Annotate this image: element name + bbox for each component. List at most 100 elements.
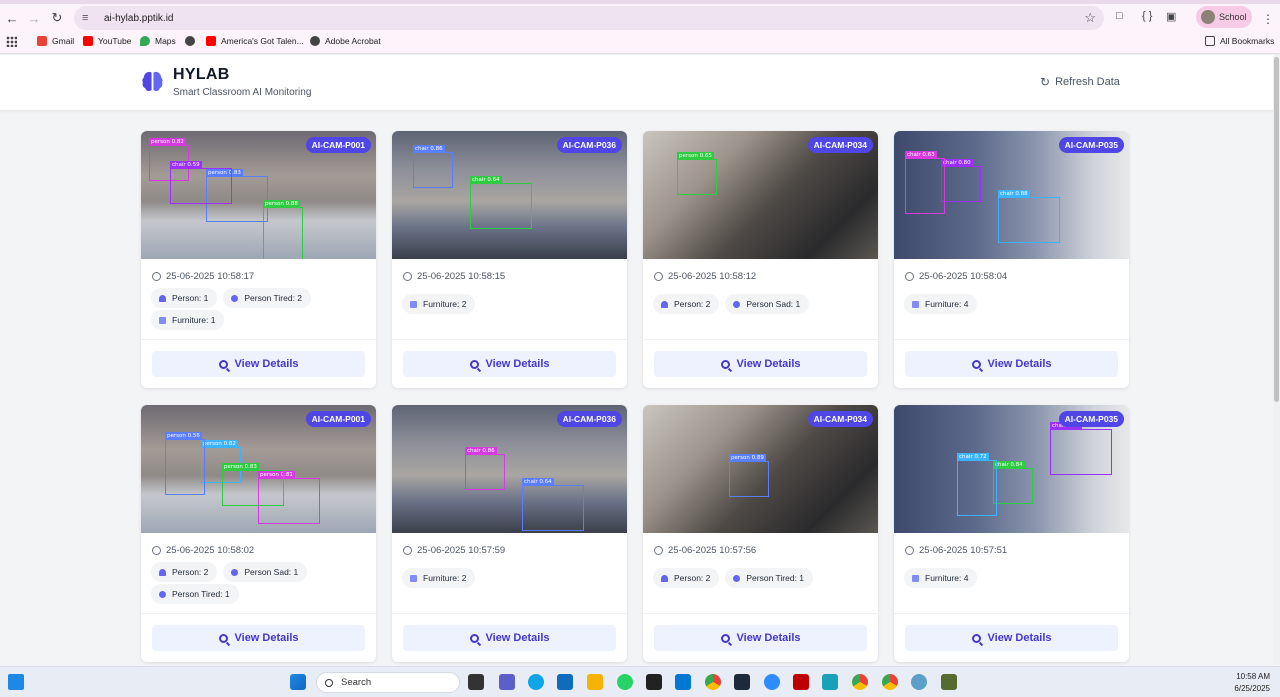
view-details-button[interactable]: View Details <box>905 351 1118 377</box>
site-settings-icon[interactable]: ≡ <box>82 12 100 24</box>
teams-icon[interactable] <box>499 674 515 690</box>
task-view-icon[interactable] <box>468 674 484 690</box>
image-viewer-icon[interactable] <box>941 674 957 690</box>
profile-button[interactable]: School <box>1196 6 1252 28</box>
bookmark-gmail[interactable]: Gmail <box>37 36 74 46</box>
camera-snapshot[interactable]: chair 0.86 chair 0.64 AI-CAM-P036 <box>392 131 627 259</box>
view-details-label: View Details <box>736 632 801 644</box>
detection-box: chair 0.88 <box>998 190 1060 243</box>
timestamp-text: 25-06-2025 10:58:04 <box>919 271 1008 282</box>
snapshot-timestamp: 25-06-2025 10:58:04 <box>905 271 1007 282</box>
clock-date: 6/25/2025 <box>1234 684 1270 693</box>
bookmark-label: Maps <box>155 36 176 46</box>
back-icon[interactable]: ← <box>0 6 24 30</box>
globe-icon <box>310 36 320 46</box>
detection-label: person 0.65 <box>677 152 714 160</box>
chair-icon <box>912 574 919 582</box>
bookmark-globe[interactable] <box>185 36 200 46</box>
terminal-icon[interactable] <box>646 674 662 690</box>
widgets-icon[interactable] <box>8 674 24 690</box>
system-clock[interactable]: 10:58 AM 6/25/2025 <box>1226 671 1270 695</box>
extension-icon[interactable]: □ <box>1116 10 1123 22</box>
file-explorer-icon[interactable] <box>587 674 603 690</box>
chrome-icon[interactable] <box>705 674 721 690</box>
page-scrollbar[interactable] <box>1273 55 1280 665</box>
cloud-icon[interactable] <box>911 674 927 690</box>
person-icon <box>661 300 668 308</box>
detection-tag: Furniture: 4 <box>904 294 978 314</box>
bookmark-acrobat[interactable]: Adobe Acrobat <box>310 36 381 46</box>
camera-snapshot[interactable]: person 0.65 AI-CAM-P034 <box>643 131 878 259</box>
detection-tags: Furniture: 2 <box>402 294 617 316</box>
folder-icon <box>1205 36 1215 46</box>
view-details-button[interactable]: View Details <box>152 351 365 377</box>
detection-label: chair 0.63 <box>905 151 937 159</box>
whatsapp-icon[interactable] <box>617 674 633 690</box>
camera-card: person 0.82 person 0.83 person 0.88 chair 0… <box>141 131 376 388</box>
detection-box: chair 0.84 <box>993 461 1033 504</box>
bookmark-agt[interactable]: America's Got Talen... <box>206 36 304 46</box>
edge-icon[interactable] <box>528 674 544 690</box>
detection-box: person 0.83 <box>222 463 284 506</box>
reload-icon[interactable]: ↻ <box>45 6 69 30</box>
view-details-button[interactable]: View Details <box>403 351 616 377</box>
view-details-button[interactable]: View Details <box>905 625 1118 651</box>
detection-label: person 0.83 <box>222 463 259 471</box>
bookmark-star-icon[interactable]: ☆ <box>1084 10 1096 26</box>
zoom-icon[interactable] <box>764 674 780 690</box>
detection-label: chair 0.86 <box>465 447 497 455</box>
scrollbar-thumb[interactable] <box>1274 57 1279 402</box>
camera-snapshot[interactable]: person 0.82 person 0.81 person 0.56 person … <box>141 405 376 533</box>
bookmark-maps[interactable]: Maps <box>140 36 176 46</box>
camera-snapshot[interactable]: person 0.82 person 0.83 person 0.88 chair 0… <box>141 131 376 259</box>
vscode-icon[interactable] <box>675 674 691 690</box>
taskbar-search[interactable]: Search <box>316 672 460 693</box>
camera-snapshot[interactable]: chair 0.86 chair 0.64 AI-CAM-P036 <box>392 405 627 533</box>
refresh-data-button[interactable]: ↻ Refresh Data <box>1040 75 1120 89</box>
snapshot-timestamp: 25-06-2025 10:58:12 <box>654 271 756 282</box>
apps-grid-icon[interactable] <box>6 36 17 47</box>
windows-start-icon[interactable] <box>290 674 306 690</box>
puzzle-extension-icon[interactable]: ▣ <box>1166 10 1176 23</box>
browser-toolbar: ← → ↻ ≡ ai-hylab.pptik.id ☆ □ { } ▣ Scho… <box>0 4 1280 32</box>
code-extension-icon[interactable]: { } <box>1142 10 1152 22</box>
view-details-label: View Details <box>234 632 299 644</box>
address-bar[interactable]: ≡ ai-hylab.pptik.id ☆ <box>74 6 1104 30</box>
bookmark-label: America's Got Talen... <box>221 36 304 46</box>
camera-id-badge: AI-CAM-P035 <box>1058 137 1124 153</box>
camera-id-badge: AI-CAM-P036 <box>556 137 622 153</box>
bookmark-youtube[interactable]: YouTube <box>83 36 131 46</box>
menu-icon[interactable]: ⋮ <box>1262 12 1274 26</box>
camera-snapshot[interactable]: chair 0.84 chair 0.87 chair 0.72 AI-CAM-P03… <box>894 405 1129 533</box>
app-icon[interactable] <box>734 674 750 690</box>
view-details-button[interactable]: View Details <box>654 351 867 377</box>
all-bookmarks[interactable]: All Bookmarks <box>1205 36 1274 46</box>
app-header: HYLAB Smart Classroom AI Monitoring ↻ Re… <box>0 55 1280 110</box>
youtube-icon <box>83 36 93 46</box>
view-details-label: View Details <box>485 358 550 370</box>
chrome-icon[interactable] <box>882 674 898 690</box>
outlook-icon[interactable] <box>557 674 573 690</box>
tag-label: Person: 2 <box>172 567 209 577</box>
view-details-label: View Details <box>234 358 299 370</box>
card-divider <box>141 339 376 340</box>
tag-label: Person: 1 <box>172 293 209 303</box>
camera-id-badge: AI-CAM-P034 <box>807 411 873 427</box>
detection-label: chair 0.80 <box>941 159 973 167</box>
refresh-icon: ↻ <box>1040 75 1051 89</box>
timestamp-text: 25-06-2025 10:57:56 <box>668 545 757 556</box>
detection-label: person 0.82 <box>149 138 186 146</box>
brain-icon <box>142 71 163 91</box>
forward-icon[interactable]: → <box>22 6 46 30</box>
card-divider <box>643 613 878 614</box>
view-details-button[interactable]: View Details <box>403 625 616 651</box>
camera-snapshot[interactable]: chair 0.80 chair 0.88 chair 0.63 AI-CAM-P03… <box>894 131 1129 259</box>
view-details-button[interactable]: View Details <box>152 625 365 651</box>
person-icon <box>661 574 668 582</box>
filezilla-icon[interactable] <box>793 674 809 690</box>
notes-icon[interactable] <box>822 674 838 690</box>
camera-snapshot[interactable]: person 0.89 AI-CAM-P034 <box>643 405 878 533</box>
detection-tag: Person Tired: 1 <box>151 584 239 604</box>
chrome-icon[interactable] <box>852 674 868 690</box>
view-details-button[interactable]: View Details <box>654 625 867 651</box>
